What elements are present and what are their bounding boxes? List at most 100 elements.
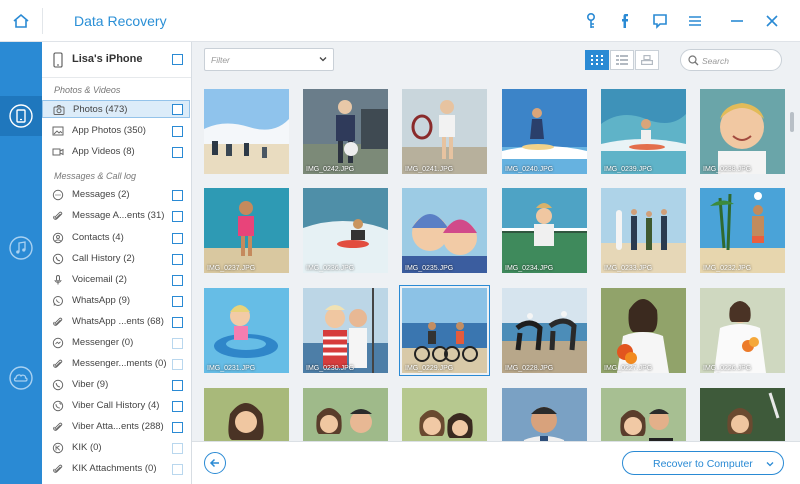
photo-thumbnail[interactable]: IMG_0239.JPG <box>601 89 686 174</box>
sidebar-item[interactable]: Call History (2) <box>42 250 190 268</box>
photo-thumbnail[interactable] <box>204 388 289 441</box>
photo-filename: IMG_0229.JPG <box>405 365 454 372</box>
sidebar-item-checkbox[interactable] <box>172 338 183 349</box>
sidebar-item[interactable]: WhatsApp (9) <box>42 292 190 310</box>
sidebar-item[interactable]: Viber (9) <box>42 376 190 394</box>
photo-thumbnail[interactable]: IMG_0237.JPG <box>204 188 289 273</box>
sidebar-item[interactable]: KIK (0) <box>42 439 190 457</box>
minimize-icon <box>731 20 743 22</box>
menu-button[interactable] <box>684 10 706 32</box>
photo-thumbnail[interactable]: IMG_0226.JPG <box>700 288 785 373</box>
rail-icloud-backup[interactable] <box>0 358 42 398</box>
sidebar-item-checkbox[interactable] <box>172 443 183 454</box>
photo-filename: IMG_0242.JPG <box>306 166 355 173</box>
sidebar-item-checkbox[interactable] <box>172 211 183 222</box>
back-button[interactable] <box>204 452 226 474</box>
photo-thumbnail[interactable]: IMG_0238.JPG <box>700 89 785 174</box>
sidebar-item[interactable]: Messages (2) <box>42 186 190 204</box>
close-button[interactable] <box>761 10 783 32</box>
category-photos-videos: Photos & Videos <box>54 85 121 95</box>
sidebar-item-checkbox[interactable] <box>172 254 183 265</box>
sidebar-item-checkbox[interactable] <box>172 233 183 244</box>
photo-thumbnail[interactable]: IMG_0229.JPG <box>399 285 490 376</box>
photo-image <box>502 288 587 373</box>
sidebar-item-checkbox[interactable] <box>172 126 183 137</box>
sidebar-item-checkbox[interactable] <box>172 275 183 286</box>
photo-image <box>402 89 487 174</box>
sidebar-item[interactable]: Photos (473) <box>42 100 190 118</box>
photo-image <box>303 288 388 373</box>
photo-thumbnail[interactable]: IMG_0227.JPG <box>601 288 686 373</box>
photo-thumbnail[interactable]: IMG_0240.JPG <box>502 89 587 174</box>
grid-view-icon <box>591 55 603 65</box>
viber-icon <box>52 379 64 391</box>
contact-icon <box>52 232 64 244</box>
photo-filename: IMG_0228.JPG <box>505 365 554 372</box>
title-bar: Data Recovery <box>0 0 800 42</box>
photo-thumbnail[interactable] <box>303 388 388 441</box>
sidebar-item-label: WhatsApp (9) <box>72 295 131 306</box>
photo-filename: IMG_0241.JPG <box>405 166 454 173</box>
sidebar-item[interactable]: App Videos (8) <box>42 143 190 161</box>
device-name: Lisa's iPhone <box>72 53 143 65</box>
photo-thumbnail[interactable] <box>402 388 487 441</box>
photo-thumbnail[interactable]: IMG_0234.JPG <box>502 188 587 273</box>
sidebar-item-checkbox[interactable] <box>172 464 183 475</box>
home-button[interactable] <box>0 0 42 42</box>
rail-ios-device[interactable] <box>0 96 42 136</box>
photo-thumbnail[interactable]: IMG_0241.JPG <box>402 89 487 174</box>
sidebar-item-label: Contacts (4) <box>72 232 124 243</box>
photo-image <box>601 89 686 174</box>
key-button[interactable] <box>580 10 602 32</box>
recover-to-computer-button[interactable]: Recover to Computer <box>622 451 784 475</box>
photo-thumbnail[interactable]: IMG_0230.JPG <box>303 288 388 373</box>
photo-image <box>700 388 785 441</box>
photo-thumbnail[interactable] <box>700 388 785 441</box>
search-input[interactable]: Search <box>680 49 782 71</box>
photo-thumbnail[interactable]: IMG_0235.JPG <box>402 188 487 273</box>
scrollbar[interactable] <box>790 112 794 132</box>
photo-thumbnail[interactable]: IMG_0231.JPG <box>204 288 289 373</box>
sidebar-item-checkbox[interactable] <box>172 317 183 328</box>
sidebar-item[interactable]: Messenger...ments (0) <box>42 355 190 373</box>
sidebar-item[interactable]: Viber Call History (4) <box>42 397 190 415</box>
photo-thumbnail[interactable]: IMG_0242.JPG <box>303 89 388 174</box>
photo-image <box>402 388 487 441</box>
sidebar-item-checkbox[interactable] <box>172 190 183 201</box>
sidebar-item-checkbox[interactable] <box>172 147 183 158</box>
chevron-down-icon <box>319 57 327 62</box>
list-view-button[interactable] <box>610 50 634 70</box>
photo-thumbnail[interactable] <box>204 89 289 174</box>
sidebar-item-checkbox[interactable] <box>172 401 183 412</box>
sidebar-item[interactable]: Messenger (0) <box>42 334 190 352</box>
sidebar-item-checkbox[interactable] <box>172 104 183 115</box>
sidebar-item[interactable]: Message A...ents (31) <box>42 207 190 225</box>
photo-thumbnail[interactable]: IMG_0233.JPG <box>601 188 686 273</box>
photo-thumbnail[interactable] <box>502 388 587 441</box>
sidebar-item-label: App Videos (8) <box>72 146 135 157</box>
sidebar-item[interactable]: KIK Attachments (0) <box>42 460 190 478</box>
sidebar-item[interactable]: App Photos (350) <box>42 122 190 140</box>
device-select-all-checkbox[interactable] <box>172 54 183 65</box>
photo-thumbnail[interactable]: IMG_0236.JPG <box>303 188 388 273</box>
sidebar-item-checkbox[interactable] <box>172 380 183 391</box>
detail-view-button[interactable] <box>635 50 659 70</box>
main-panel: Filter Search IMG_0242.JPG IMG_0241.JPG IM… <box>192 42 800 484</box>
sidebar-item[interactable]: Voicemail (2) <box>42 271 190 289</box>
sidebar-item[interactable]: Contacts (4) <box>42 229 190 247</box>
kik-icon <box>52 442 64 454</box>
sidebar-item-checkbox[interactable] <box>172 296 183 307</box>
photo-thumbnail[interactable] <box>601 388 686 441</box>
facebook-button[interactable] <box>614 10 636 32</box>
sidebar-item[interactable]: Viber Atta...ents (288) <box>42 418 190 436</box>
photo-thumbnail[interactable]: IMG_0232.JPG <box>700 188 785 273</box>
sidebar-item-checkbox[interactable] <box>172 359 183 370</box>
sidebar-item[interactable]: WhatsApp ...ents (68) <box>42 313 190 331</box>
grid-view-button[interactable] <box>585 50 609 70</box>
rail-itunes-backup[interactable] <box>0 228 42 268</box>
minimize-button[interactable] <box>726 10 748 32</box>
feedback-button[interactable] <box>649 10 671 32</box>
sidebar-item-checkbox[interactable] <box>172 422 183 433</box>
filter-dropdown[interactable]: Filter <box>204 48 334 71</box>
photo-thumbnail[interactable]: IMG_0228.JPG <box>502 288 587 373</box>
